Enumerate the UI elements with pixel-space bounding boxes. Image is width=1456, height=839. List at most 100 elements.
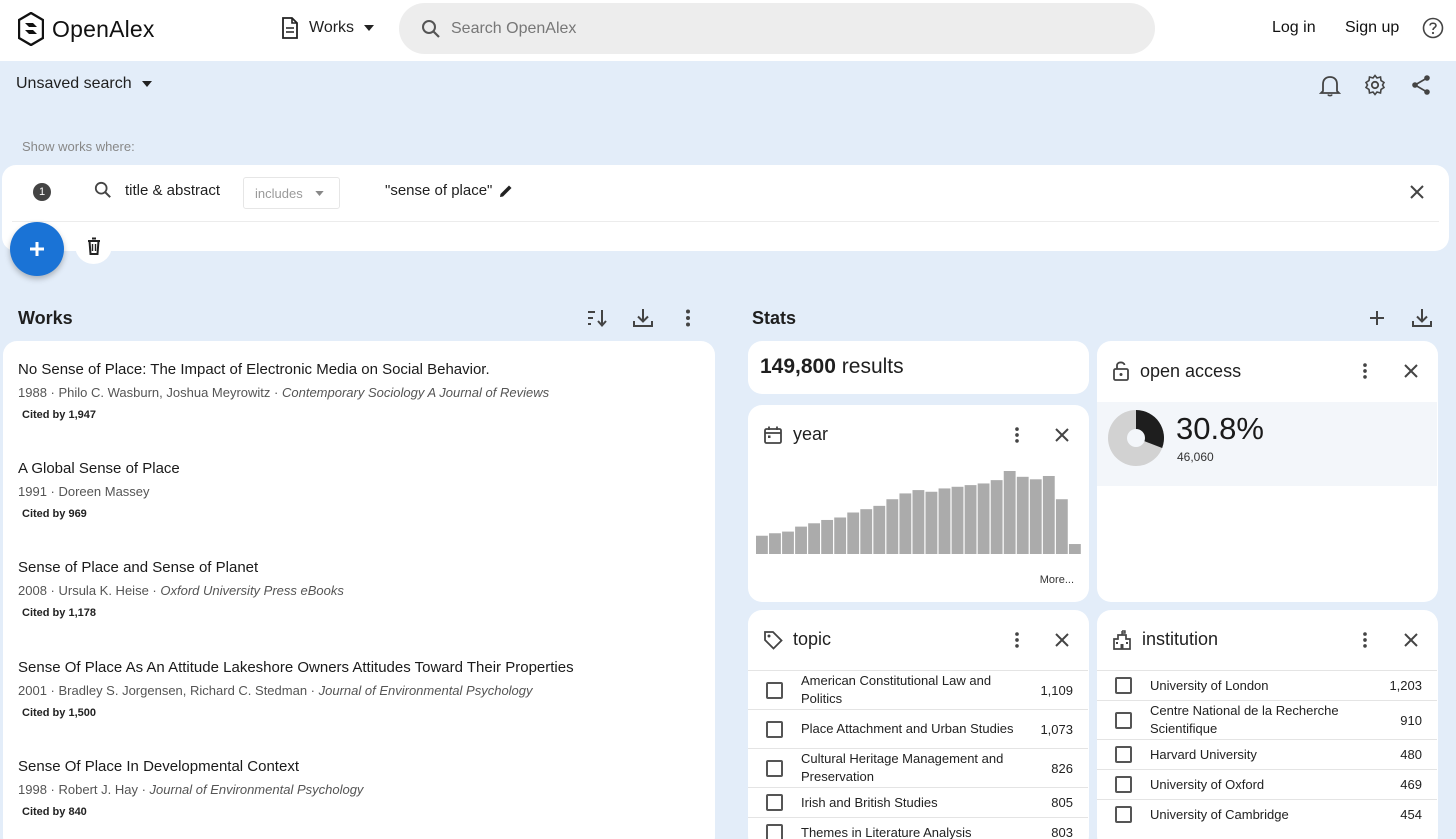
year-bar[interactable] bbox=[925, 491, 938, 554]
year-bar[interactable] bbox=[886, 499, 899, 554]
share-icon[interactable] bbox=[1410, 73, 1432, 97]
checkbox[interactable] bbox=[1115, 806, 1132, 823]
download-icon[interactable] bbox=[1411, 307, 1433, 329]
year-bar[interactable] bbox=[847, 512, 860, 555]
pie-hole bbox=[1127, 429, 1145, 447]
pencil-icon[interactable] bbox=[499, 184, 513, 198]
year-bar[interactable] bbox=[769, 533, 781, 554]
year-bar[interactable] bbox=[938, 488, 951, 554]
year-bar[interactable] bbox=[964, 485, 977, 554]
institution-row[interactable]: Centre National de la Recherche Scientif… bbox=[1097, 700, 1437, 739]
topic-row[interactable]: Irish and British Studies 805 bbox=[748, 787, 1088, 817]
entity-selector[interactable]: Works bbox=[281, 16, 375, 40]
checkbox[interactable] bbox=[766, 794, 783, 811]
year-bar[interactable] bbox=[873, 505, 886, 554]
institution-row[interactable]: University of Oxford 469 bbox=[1097, 769, 1437, 799]
work-meta: 1998 · Robert J. Hay · Journal of Enviro… bbox=[18, 782, 364, 797]
year-bar[interactable] bbox=[912, 490, 925, 554]
work-cited-by[interactable]: Cited by 840 bbox=[22, 806, 363, 818]
year-bar[interactable] bbox=[899, 493, 912, 554]
institution-count: 454 bbox=[1400, 807, 1422, 822]
institution-row[interactable]: University of Cambridge 454 bbox=[1097, 799, 1437, 829]
institution-name: University of Cambridge bbox=[1150, 806, 1289, 822]
logo[interactable]: OpenAlex bbox=[18, 12, 155, 46]
year-bar[interactable] bbox=[1068, 544, 1081, 554]
work-meta: 2008 · Ursula K. Heise · Oxford Universi… bbox=[18, 583, 344, 598]
year-bar[interactable] bbox=[1016, 476, 1029, 554]
saved-search-label: Unsaved search bbox=[16, 75, 132, 92]
checkbox[interactable] bbox=[1115, 711, 1132, 729]
more-vert-icon[interactable] bbox=[1355, 361, 1375, 381]
more-vert-icon[interactable] bbox=[1007, 425, 1027, 445]
topic-row[interactable]: American Constitutional Law and Politics… bbox=[748, 670, 1088, 709]
work-cited-by[interactable]: Cited by 1,947 bbox=[22, 409, 549, 421]
topic-count: 1,109 bbox=[1040, 682, 1073, 698]
gear-icon[interactable] bbox=[1364, 73, 1386, 97]
open-access-label: open access bbox=[1140, 360, 1242, 381]
work-cited-by[interactable]: Cited by 1,500 bbox=[22, 707, 574, 719]
clear-filters-button[interactable] bbox=[75, 227, 112, 264]
work-authors: Robert J. Hay bbox=[58, 782, 138, 797]
close-icon[interactable] bbox=[1402, 362, 1420, 380]
filter-operator-select[interactable]: includes bbox=[243, 177, 340, 209]
topic-row[interactable]: Themes in Literature Analysis 803 bbox=[748, 817, 1088, 839]
year-bar[interactable] bbox=[782, 531, 794, 554]
work-cited-by[interactable]: Cited by 969 bbox=[22, 508, 180, 520]
year-bar[interactable] bbox=[756, 535, 768, 554]
topic-name: Place Attachment and Urban Studies bbox=[801, 721, 1014, 736]
close-icon[interactable] bbox=[1053, 426, 1071, 444]
checkbox[interactable] bbox=[1115, 677, 1132, 694]
close-icon[interactable] bbox=[1053, 631, 1071, 649]
help-icon[interactable] bbox=[1422, 17, 1444, 39]
year-histogram bbox=[756, 471, 1081, 555]
year-bar[interactable] bbox=[808, 523, 820, 554]
more-link[interactable]: More... bbox=[1040, 574, 1074, 586]
add-filter-button[interactable] bbox=[10, 222, 64, 276]
work-authors: Ursula K. Heise bbox=[58, 583, 149, 598]
year-bar[interactable] bbox=[1003, 471, 1016, 554]
close-icon[interactable] bbox=[1408, 183, 1426, 201]
checkbox[interactable] bbox=[1115, 746, 1132, 763]
institution-row[interactable]: Harvard University 480 bbox=[1097, 739, 1437, 769]
work-title[interactable]: No Sense of Place: The Impact of Electro… bbox=[18, 361, 549, 378]
topic-row[interactable]: Cultural Heritage Management and Preserv… bbox=[748, 748, 1088, 787]
bell-icon[interactable] bbox=[1319, 73, 1341, 97]
year-bar[interactable] bbox=[860, 509, 873, 554]
year-bar[interactable] bbox=[977, 483, 990, 554]
saved-search-menu[interactable]: Unsaved search bbox=[16, 75, 152, 93]
year-bar[interactable] bbox=[1042, 475, 1055, 554]
year-bar[interactable] bbox=[951, 486, 964, 554]
topic-count: 826 bbox=[1051, 760, 1073, 776]
work-title[interactable]: Sense Of Place In Developmental Context bbox=[18, 758, 363, 775]
more-vert-icon[interactable] bbox=[677, 307, 699, 329]
work-cited-by[interactable]: Cited by 1,178 bbox=[22, 607, 344, 619]
institution-row[interactable]: University of London 1,203 bbox=[1097, 670, 1437, 700]
checkbox[interactable] bbox=[766, 681, 783, 699]
search-input[interactable] bbox=[451, 19, 1101, 38]
work-title[interactable]: Sense Of Place As An Attitude Lakeshore … bbox=[18, 659, 574, 676]
filter-value[interactable]: "sense of place" bbox=[385, 182, 513, 199]
close-icon[interactable] bbox=[1402, 631, 1420, 649]
download-icon[interactable] bbox=[632, 307, 654, 329]
checkbox[interactable] bbox=[1115, 776, 1132, 793]
work-title[interactable]: Sense of Place and Sense of Planet bbox=[18, 559, 344, 576]
year-bar[interactable] bbox=[1029, 479, 1042, 554]
checkbox[interactable] bbox=[766, 824, 783, 839]
add-icon[interactable] bbox=[1366, 307, 1388, 329]
year-bar[interactable] bbox=[834, 517, 847, 554]
open-access-pie bbox=[1108, 410, 1164, 466]
year-bar[interactable] bbox=[795, 526, 807, 554]
more-vert-icon[interactable] bbox=[1007, 630, 1027, 650]
year-bar[interactable] bbox=[1055, 499, 1068, 554]
work-title[interactable]: A Global Sense of Place bbox=[18, 460, 180, 477]
login-link[interactable]: Log in bbox=[1272, 19, 1316, 37]
topic-row[interactable]: Place Attachment and Urban Studies 1,073 bbox=[748, 709, 1088, 748]
checkbox[interactable] bbox=[766, 720, 783, 738]
checkbox[interactable] bbox=[766, 759, 783, 777]
results-number: 149,800 bbox=[760, 355, 836, 378]
signup-link[interactable]: Sign up bbox=[1345, 19, 1399, 37]
year-bar[interactable] bbox=[821, 519, 834, 554]
year-bar[interactable] bbox=[990, 480, 1003, 554]
more-vert-icon[interactable] bbox=[1355, 630, 1375, 650]
sort-icon[interactable] bbox=[586, 307, 608, 329]
